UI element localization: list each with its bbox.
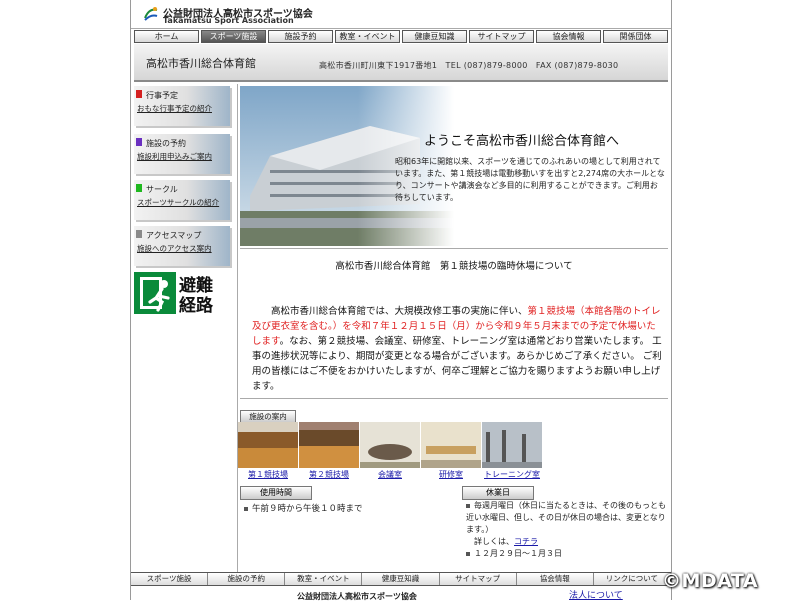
- footer-about-corporation-link[interactable]: 法人について: [569, 588, 623, 601]
- facility-link-gym[interactable]: トレーニング室: [482, 469, 542, 481]
- site-header: 公益財団法人高松市スポーツ協会 Takamatsu Sport Associat…: [131, 0, 671, 29]
- purple-marker-icon: [136, 138, 142, 146]
- sidebar-item-events[interactable]: 行事予定 おもな行事予定の紹介: [134, 86, 230, 126]
- bullet-icon: [466, 551, 470, 556]
- facility-title-bar: 高松市香川総合体育館 高松市香川町川東下1917番地1 TEL (087)879…: [134, 44, 668, 82]
- nav-home[interactable]: ホーム: [134, 30, 199, 43]
- footer-nav-health-tips[interactable]: 健康豆知識: [362, 573, 440, 585]
- org-name-en: Takamatsu Sport Association: [163, 16, 294, 25]
- footer-nav: スポーツ施設 施設の予約 教室・イベント 健康豆知識 サイトマップ 協会情報 リ…: [131, 572, 671, 586]
- footer-nav-classes-events[interactable]: 教室・イベント: [285, 573, 363, 585]
- footer-nav-association-info[interactable]: 協会情報: [516, 573, 594, 585]
- nav-sitemap[interactable]: サイトマップ: [469, 30, 534, 43]
- footer-nav-sports-facilities[interactable]: スポーツ施設: [131, 573, 209, 585]
- closed-days-label: 休業日: [462, 486, 534, 500]
- sidebar-item-subtitle: おもな行事予定の紹介: [137, 104, 212, 113]
- facility-links: 第１競技場 第２競技場 会議室 研修室 トレーニング室: [238, 469, 543, 481]
- facility-photo-arena1[interactable]: [238, 422, 298, 468]
- facility-photos: [238, 422, 543, 472]
- closed-details-prefix: 詳しくは、: [474, 537, 514, 546]
- notice-text-part1: 高松市香川総合体育館では、大規模改修工事の実施に伴い、: [271, 306, 528, 317]
- bullet-icon: [244, 506, 248, 511]
- main-content: ようこそ高松市香川総合体育館へ 昭和63年に開館以来、スポーツを通じてのふれあい…: [237, 84, 670, 574]
- sidebar-item-access-map[interactable]: アクセスマップ 施設へのアクセス案内: [134, 226, 230, 266]
- footer-nav-about-links[interactable]: リンクについて: [593, 573, 671, 585]
- red-marker-icon: [136, 90, 142, 98]
- main-nav: ホーム スポーツ施設 施設予約 教室・イベント 健康豆知識 サイトマップ 協会情…: [134, 30, 668, 43]
- closed-details-link[interactable]: コチラ: [514, 537, 538, 546]
- nav-health-tips[interactable]: 健康豆知識: [402, 30, 467, 43]
- nav-sports-facilities[interactable]: スポーツ施設: [201, 30, 266, 43]
- facility-address-contact: 高松市香川町川東下1917番地1 TEL (087)879-8000 FAX (…: [319, 61, 619, 70]
- closed-details: 詳しくは、コチラ: [466, 536, 666, 548]
- welcome-hero: ようこそ高松市香川総合体育館へ 昭和63年に開館以来、スポーツを通じてのふれあい…: [240, 86, 668, 249]
- sidebar-item-subtitle: スポーツサークルの紹介: [137, 198, 220, 207]
- sidebar-item-circles[interactable]: サークル スポーツサークルの紹介: [134, 180, 230, 220]
- sidebar-item-subtitle: 施設利用申込みご案内: [137, 152, 212, 161]
- exit-sign-text-bottom: 経路: [179, 295, 214, 314]
- gray-marker-icon: [136, 230, 142, 238]
- exit-sign-text-top: 避難: [179, 275, 213, 296]
- facility-photo-arena2[interactable]: [299, 422, 359, 468]
- facility-link-arena1[interactable]: 第１競技場: [238, 469, 298, 481]
- sidebar-item-title: 施設の予約: [146, 139, 186, 148]
- closed-item: 毎週月曜日（休日に当たるときは、その後のもっとも近い水曜日、但し、その日が休日の…: [466, 500, 666, 536]
- hero-title: ようこそ高松市香川総合体育館へ: [424, 134, 620, 149]
- nav-facility-reservation[interactable]: 施設予約: [268, 30, 333, 43]
- sidebar-item-title: アクセスマップ: [146, 231, 202, 240]
- facility-link-meeting-room[interactable]: 会議室: [360, 469, 420, 481]
- nav-classes-events[interactable]: 教室・イベント: [335, 30, 400, 43]
- closure-notice: 高松市香川総合体育館 第１競技場の臨時休場について 高松市香川総合体育館では、大…: [240, 250, 668, 399]
- footer-nav-sitemap[interactable]: サイトマップ: [439, 573, 517, 585]
- sidebar: 行事予定 おもな行事予定の紹介 施設の予約 施設利用申込みご案内 サークル スポ…: [131, 84, 235, 574]
- watermark: ©MDATA: [662, 570, 759, 592]
- facility-photo-meeting-room[interactable]: [360, 422, 420, 468]
- nav-related-groups[interactable]: 関係団体: [603, 30, 668, 43]
- footer-org-name: 公益財団法人高松市スポーツ協会: [297, 592, 417, 601]
- bullet-icon: [466, 503, 470, 508]
- notice-text-part2: 。なお、第２競技場、会議室、研修室、トレーニング室は通常どおり営業いたします。 …: [252, 336, 662, 392]
- hours-value: 午前９時から午後１０時まで: [252, 504, 363, 514]
- sidebar-item-subtitle: 施設へのアクセス案内: [137, 244, 212, 253]
- footer-nav-reservation[interactable]: 施設の予約: [208, 573, 286, 585]
- hours-label: 使用時間: [240, 486, 312, 500]
- sidebar-item-reservation[interactable]: 施設の予約 施設利用申込みご案内: [134, 134, 230, 174]
- closed-days-list: 毎週月曜日（休日に当たるときは、その後のもっとも近い水曜日、但し、その日が休日の…: [466, 500, 666, 560]
- facility-link-training-room[interactable]: 研修室: [421, 469, 481, 481]
- sidebar-item-title: 行事予定: [146, 91, 178, 100]
- page-container: 公益財団法人高松市スポーツ協会 Takamatsu Sport Associat…: [130, 0, 672, 601]
- notice-title: 高松市香川総合体育館 第１競技場の臨時休場について: [335, 261, 573, 272]
- hours-text: 午前９時から午後１０時まで: [244, 502, 363, 514]
- closed-line1: 毎週月曜日（休日に当たるときは、その後のもっとも近い水曜日、但し、その日が休日の…: [466, 501, 666, 534]
- green-marker-icon: [136, 184, 142, 192]
- evacuation-route-sign[interactable]: 避難 経路: [134, 272, 229, 314]
- closed-line2: １２月２９日〜１月３日: [474, 549, 562, 558]
- facility-link-arena2[interactable]: 第２競技場: [299, 469, 359, 481]
- facility-photo-gym[interactable]: [482, 422, 542, 468]
- hero-description: 昭和63年に開館以来、スポーツを通じてのふれあいの場として利用されています。また…: [395, 157, 665, 202]
- association-logo-icon[interactable]: [143, 6, 159, 22]
- notice-body: 高松市香川総合体育館では、大規模改修工事の実施に伴い、第１競技場（本館各階のトイ…: [252, 304, 662, 394]
- closed-item: １２月２９日〜１月３日: [466, 548, 666, 560]
- facility-photo-training-room[interactable]: [421, 422, 481, 468]
- facility-name: 高松市香川総合体育館: [146, 57, 256, 70]
- sidebar-item-title: サークル: [146, 185, 178, 194]
- nav-association-info[interactable]: 協会情報: [536, 30, 601, 43]
